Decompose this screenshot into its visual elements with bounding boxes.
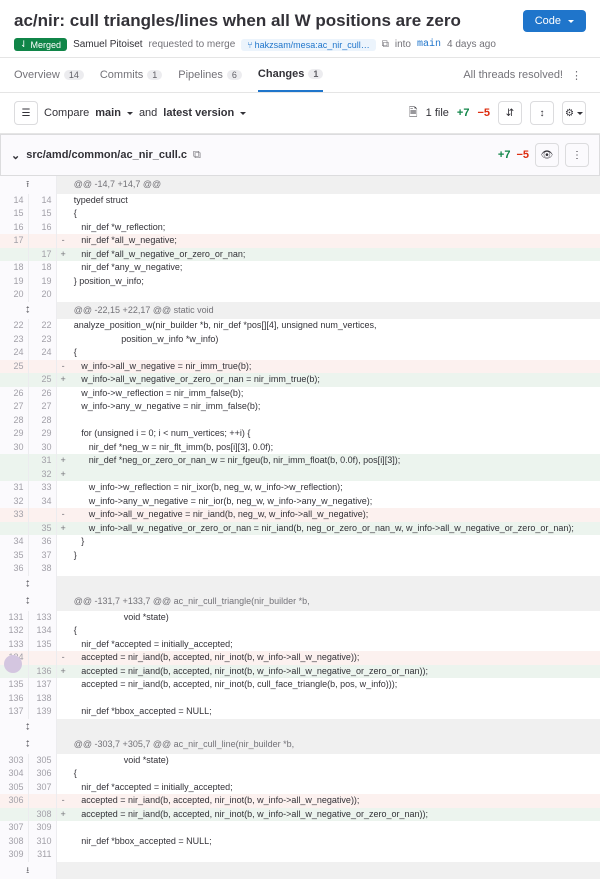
- threads-resolved[interactable]: All threads resolved!: [463, 69, 563, 81]
- timestamp: 4 days ago: [447, 39, 496, 50]
- code-line: }: [70, 549, 600, 563]
- expand-icon[interactable]: ⭥: [0, 736, 56, 754]
- code-line: w_info->any_w_negative = nir_ior(b, neg_…: [70, 495, 600, 509]
- code-line: [70, 288, 600, 302]
- merged-badge: ⇃Merged: [14, 38, 67, 51]
- code-line-removed: w_info->all_w_negative = nir_imm_true(b)…: [70, 360, 600, 374]
- code-button[interactable]: Code: [523, 10, 586, 32]
- kebab-icon[interactable]: ⋮: [567, 69, 586, 82]
- file-summary: 1 file: [426, 107, 449, 119]
- action-text: requested to merge: [149, 39, 236, 50]
- file-path[interactable]: src/amd/common/ac_nir_cull.c: [26, 149, 187, 161]
- author-link[interactable]: Samuel Pitoiset: [73, 39, 142, 50]
- expand-icon[interactable]: ⭥: [0, 576, 56, 594]
- code-line-added: nir_def *neg_or_zero_or_nan_w = nir_fgeu…: [70, 454, 600, 468]
- code-line: w_info->any_w_negative = nir_imm_false(b…: [70, 400, 600, 414]
- code-line-removed: accepted = nir_iand(b, accepted, nir_ino…: [70, 794, 600, 808]
- compare-label: Compare: [44, 107, 89, 119]
- dest-branch[interactable]: main: [417, 39, 441, 50]
- code-line: accepted = nir_iand(b, accepted, nir_ino…: [70, 678, 600, 692]
- code-line: analyze_position_w(nir_builder *b, nir_d…: [70, 319, 600, 333]
- code-line-added: accepted = nir_iand(b, accepted, nir_ino…: [70, 808, 600, 822]
- file-tree-toggle[interactable]: ☰: [14, 101, 38, 125]
- chevron-down-icon[interactable]: ⌄: [11, 149, 20, 162]
- hunk-header: @@ -131,7 +133,7 @@ ac_nir_cull_triangle…: [70, 593, 600, 611]
- tab-pipelines[interactable]: Pipelines6: [178, 58, 242, 92]
- compare-head[interactable]: latest version: [163, 107, 246, 119]
- diff-table: ⭱@@ -14,7 +14,7 @@ 1414typedef struct 15…: [0, 176, 600, 879]
- code-line: void *state): [70, 611, 600, 625]
- tab-overview[interactable]: Overview14: [14, 58, 84, 92]
- expand-down-icon[interactable]: ⭳: [0, 862, 56, 879]
- hunk-header: @@ -14,7 +14,7 @@: [70, 176, 600, 194]
- gear-icon: ⚙: [565, 108, 574, 119]
- expand-all-button[interactable]: ⇵: [498, 101, 522, 125]
- code-line: [70, 562, 600, 576]
- code-line-added: nir_def *all_w_negative_or_zero_or_nan;: [70, 248, 600, 262]
- fork-icon: ⑂: [247, 40, 252, 50]
- code-line: for (unsigned i = 0; i < num_vertices; +…: [70, 427, 600, 441]
- source-branch[interactable]: ⑂hakzsam/mesa:ac_nir_cull…: [241, 39, 375, 51]
- code-line: w_info->w_reflection = nir_ixor(b, neg_w…: [70, 481, 600, 495]
- code-line: {: [70, 346, 600, 360]
- code-line-added: accepted = nir_iand(b, accepted, nir_ino…: [70, 665, 600, 679]
- settings-button[interactable]: ⚙: [562, 101, 586, 125]
- code-line-removed: accepted = nir_iand(b, accepted, nir_ino…: [70, 651, 600, 665]
- code-line: nir_def *w_reflection;: [70, 221, 600, 235]
- tab-commits[interactable]: Commits1: [100, 58, 162, 92]
- avatar[interactable]: [4, 655, 22, 673]
- tree-icon: ☰: [22, 108, 31, 119]
- file-kebab-icon[interactable]: ⋮: [565, 143, 589, 167]
- code-line: w_info->w_reflection = nir_imm_false(b);: [70, 387, 600, 401]
- code-line: {: [70, 767, 600, 781]
- expand-up-icon[interactable]: ⭱: [0, 176, 56, 194]
- code-line: nir_def *bbox_accepted = NULL;: [70, 705, 600, 719]
- hunk-header: @@ -22,15 +22,17 @@ static void: [70, 302, 600, 320]
- into-text: into: [395, 39, 411, 50]
- code-line-removed: nir_def *all_w_negative;: [70, 234, 600, 248]
- hunk-gap: [70, 862, 600, 879]
- collapse-button[interactable]: ↕: [530, 101, 554, 125]
- code-line: nir_def *bbox_accepted = NULL;: [70, 835, 600, 849]
- code-line: nir_def *accepted = initially_accepted;: [70, 638, 600, 652]
- code-line: nir_def *neg_w = nir_flt_imm(b, pos[i][3…: [70, 441, 600, 455]
- code-line: [70, 848, 600, 862]
- compare-base[interactable]: main: [95, 107, 133, 119]
- code-line-removed: w_info->all_w_negative = nir_iand(b, neg…: [70, 508, 600, 522]
- hunk-gap: [70, 719, 600, 737]
- view-file-button[interactable]: 👁: [535, 143, 559, 167]
- copy-path-icon[interactable]: ⧉: [193, 149, 201, 162]
- code-line-added: [70, 468, 600, 482]
- file-deletions: −5: [516, 149, 529, 161]
- code-line: [70, 821, 600, 835]
- hunk-gap: [70, 576, 600, 594]
- code-line: typedef struct: [70, 194, 600, 208]
- file-icon: 🗎: [409, 104, 418, 123]
- page-title: ac/nir: cull triangles/lines when all W …: [14, 11, 461, 31]
- code-line: position_w_info *w_info): [70, 333, 600, 347]
- copy-icon[interactable]: ⧉: [382, 39, 389, 50]
- code-line: {: [70, 207, 600, 221]
- deletions-count: −5: [477, 107, 490, 119]
- code-line: [70, 414, 600, 428]
- and-text: and: [139, 107, 157, 119]
- expand-icon[interactable]: ⭥: [0, 302, 56, 320]
- code-line: void *state): [70, 754, 600, 768]
- code-line: }: [70, 535, 600, 549]
- additions-count: +7: [457, 107, 470, 119]
- code-line-added: w_info->all_w_negative_or_zero_or_nan = …: [70, 373, 600, 387]
- code-line: } position_w_info;: [70, 275, 600, 289]
- file-additions: +7: [498, 149, 511, 161]
- expand-icon[interactable]: ⭥: [0, 719, 56, 737]
- code-line: nir_def *any_w_negative;: [70, 261, 600, 275]
- code-line: nir_def *accepted = initially_accepted;: [70, 781, 600, 795]
- hunk-header: @@ -303,7 +305,7 @@ ac_nir_cull_line(nir…: [70, 736, 600, 754]
- expand-icon[interactable]: ⭥: [0, 593, 56, 611]
- code-line: {: [70, 624, 600, 638]
- tab-changes[interactable]: Changes1: [258, 58, 323, 92]
- code-line-added: w_info->all_w_negative_or_zero_or_nan = …: [70, 522, 600, 536]
- merge-icon: ⇃: [20, 39, 28, 50]
